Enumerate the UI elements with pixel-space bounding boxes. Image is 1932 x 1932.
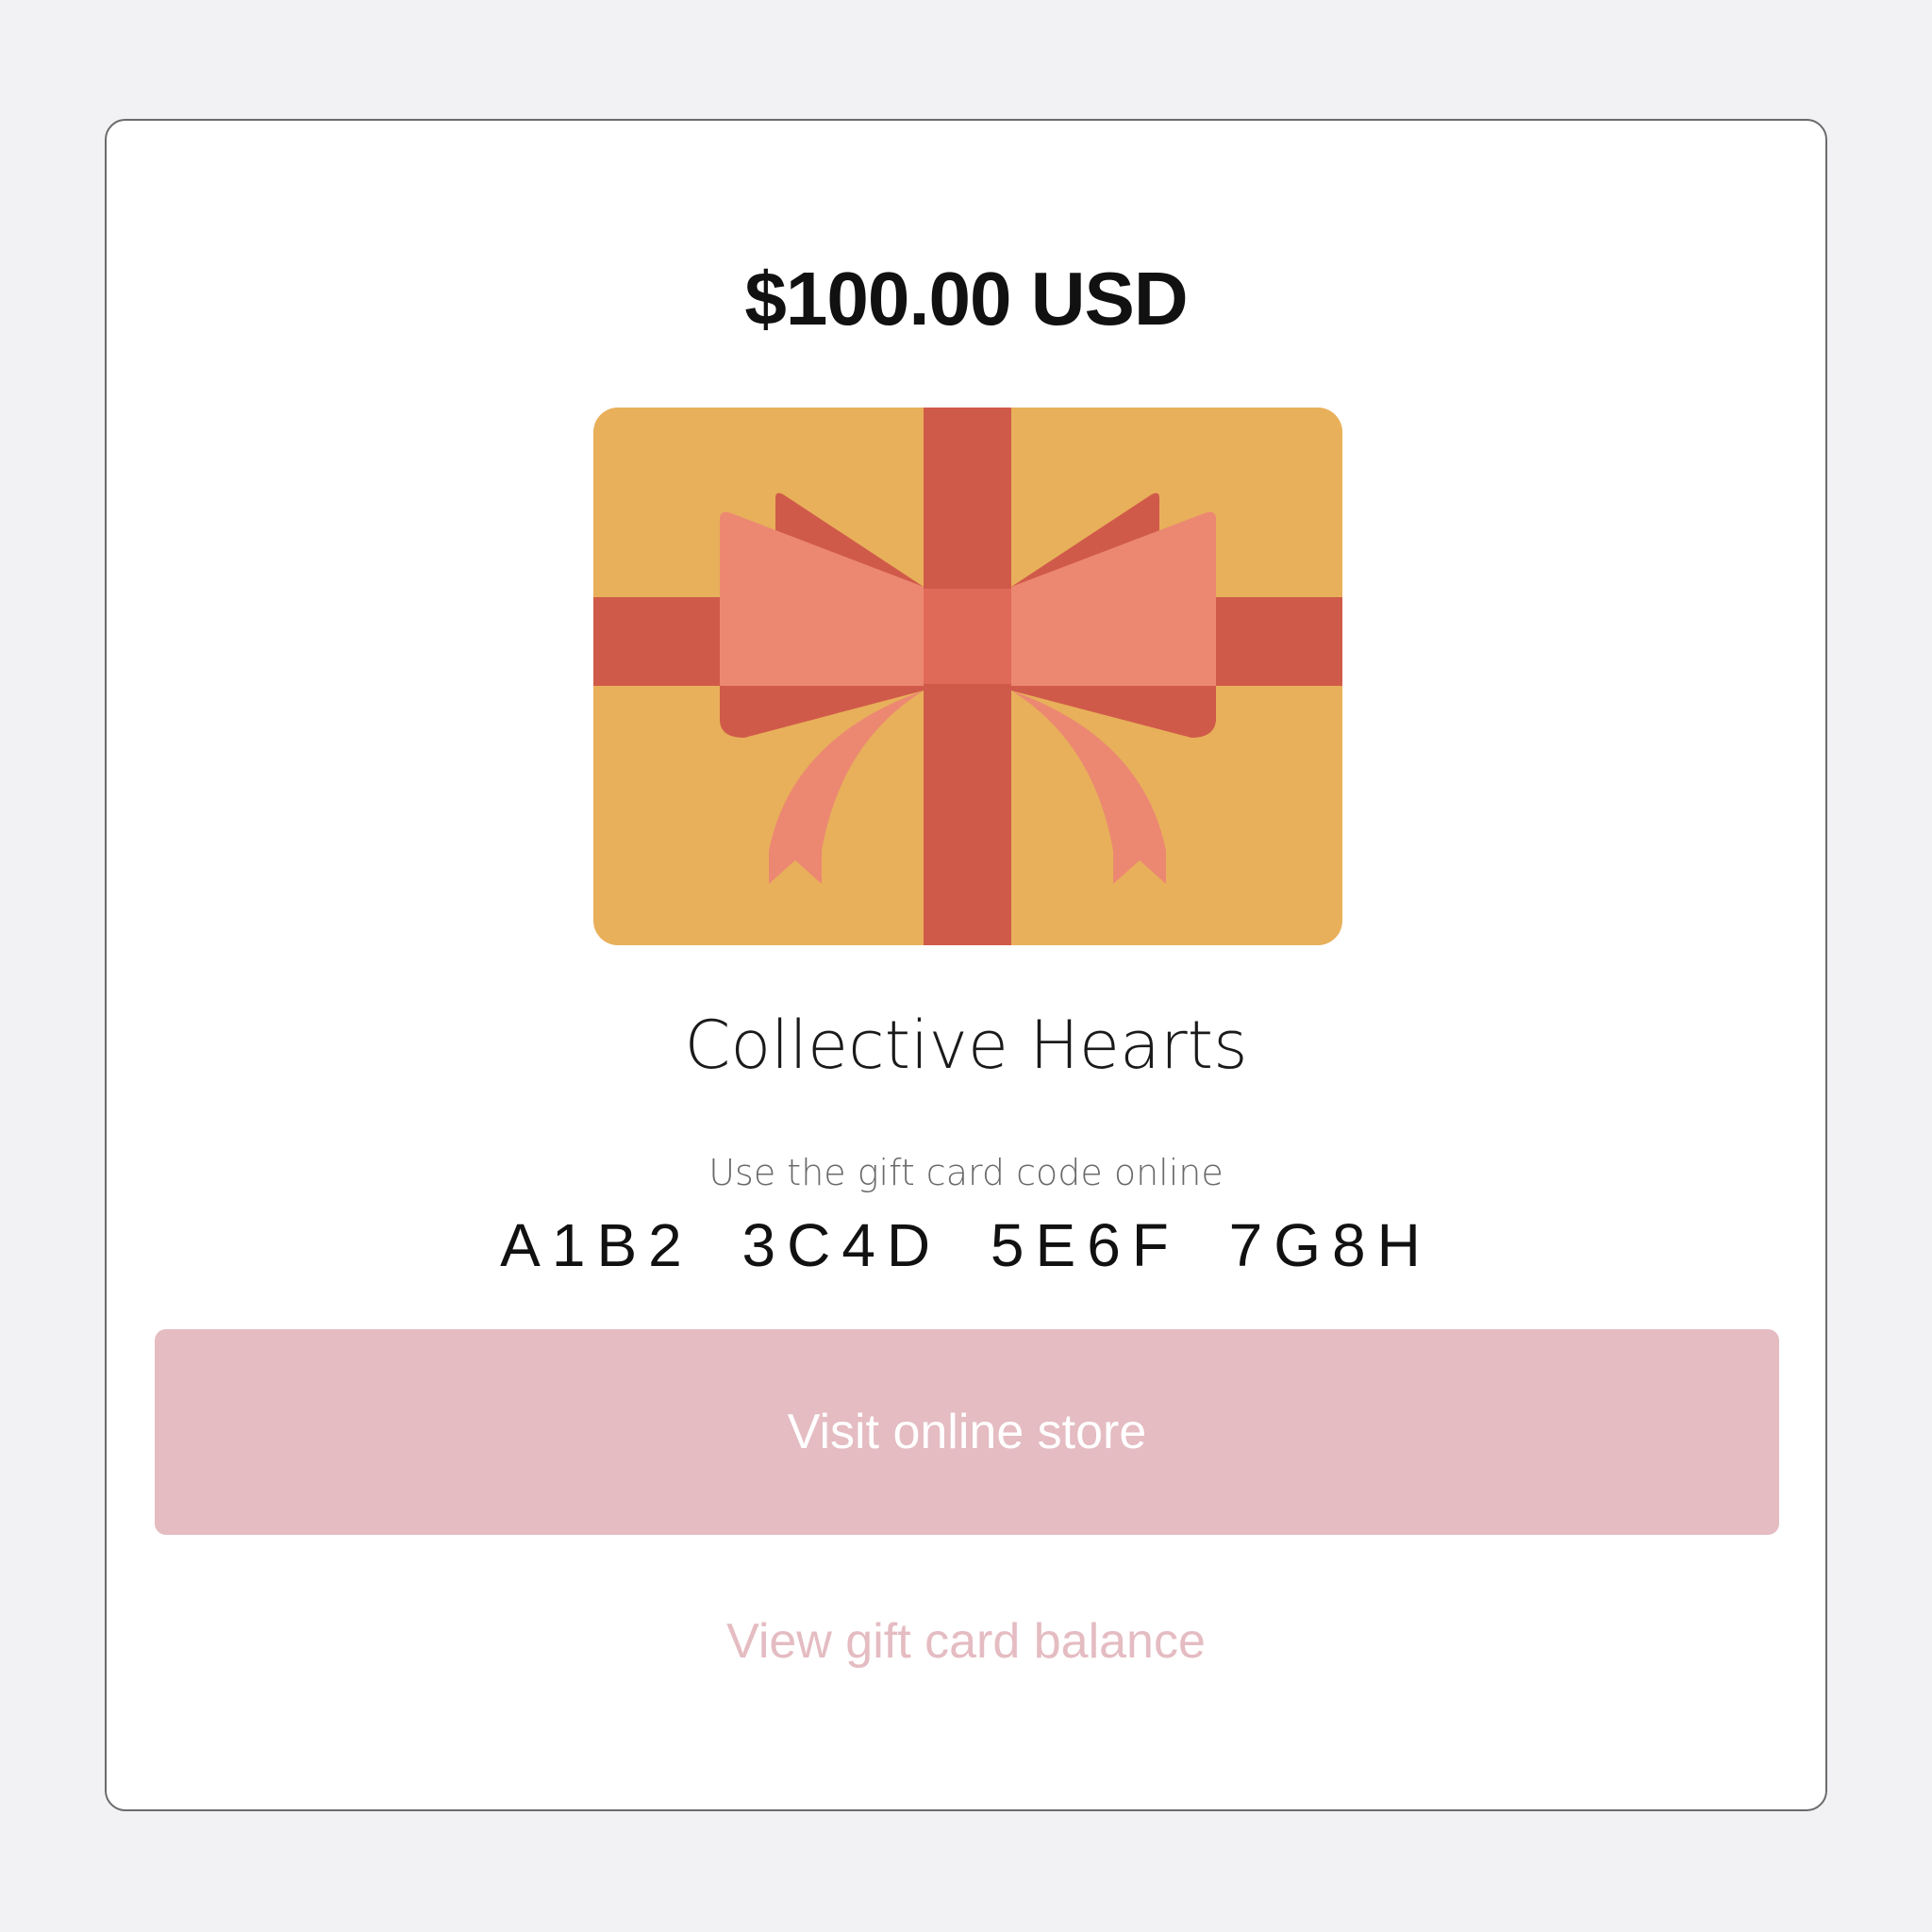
gift-card-code: A1B2 3C4D 5E6F 7G8H [500, 1211, 1432, 1279]
visit-online-store-label: Visit online store [787, 1405, 1147, 1459]
visit-online-store-button[interactable]: Visit online store [155, 1329, 1779, 1535]
view-gift-card-balance-link[interactable]: View gift card balance [0, 1611, 1932, 1672]
gift-card-amount: $100.00 USD [744, 257, 1188, 341]
gift-card-panel [105, 119, 1827, 1811]
code-caption: Use the gift card code online [708, 1152, 1224, 1193]
store-name: Collective Hearts [684, 1007, 1248, 1084]
gift-box-with-bow-icon [593, 408, 1342, 945]
